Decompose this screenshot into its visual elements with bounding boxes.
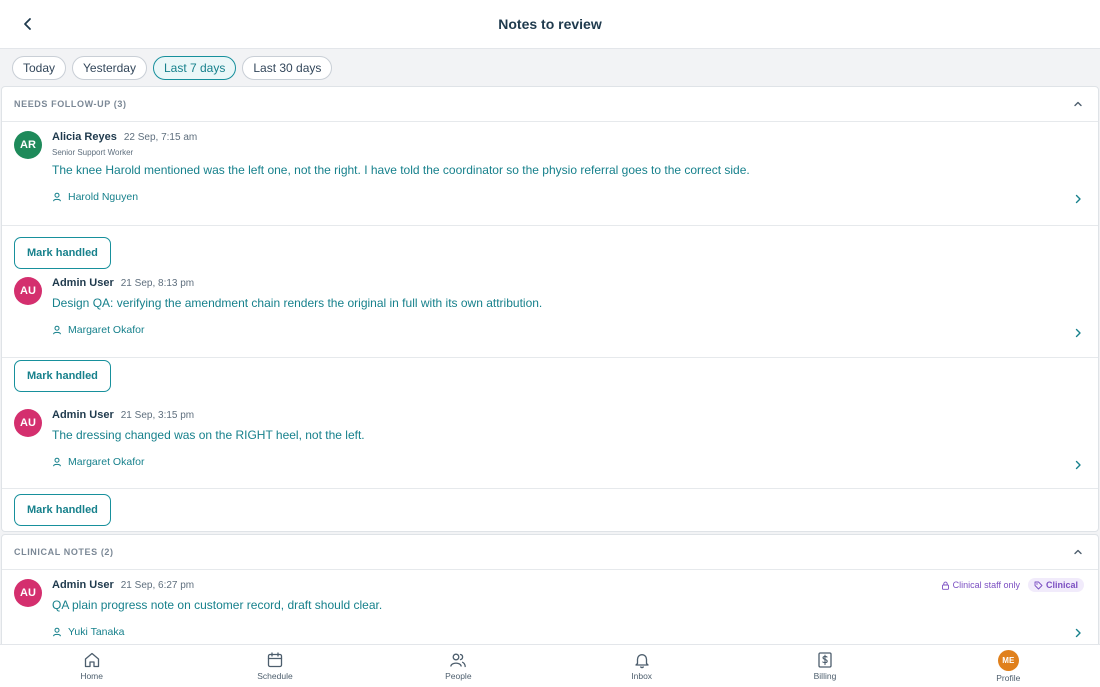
note-author: Admin User bbox=[52, 277, 114, 289]
author-role: Senior Support Worker bbox=[52, 148, 134, 157]
client-link[interactable]: Margaret Okafor bbox=[52, 322, 1084, 338]
chevron-right-icon bbox=[1072, 459, 1084, 471]
note-item[interactable]: AU Admin User 21 Sep, 6:27 pm QA plain p… bbox=[2, 570, 1098, 644]
note-timestamp: 22 Sep, 7:15 am bbox=[123, 132, 198, 143]
tab-inbox[interactable]: Inbox bbox=[550, 645, 733, 687]
collapse-button[interactable] bbox=[1070, 96, 1086, 112]
client-link[interactable]: Margaret Okafor bbox=[52, 454, 1084, 470]
mark-handled-button[interactable]: Mark handled bbox=[14, 237, 111, 269]
client-link[interactable]: Harold Nguyen bbox=[52, 189, 1084, 205]
note-author: Admin User bbox=[52, 579, 114, 591]
person-icon bbox=[53, 457, 61, 467]
note-text: The dressing changed was on the RIGHT he… bbox=[52, 428, 365, 442]
avatar: AU bbox=[14, 409, 42, 437]
tab-home[interactable]: Home bbox=[0, 645, 183, 687]
tab-people[interactable]: People bbox=[367, 645, 550, 687]
mark-handled-button[interactable]: Mark handled bbox=[14, 494, 111, 526]
tab-label: Home bbox=[80, 671, 103, 681]
tab-label: Profile bbox=[996, 672, 1021, 683]
chevron-up-icon bbox=[1074, 101, 1082, 107]
client-name: Yuki Tanaka bbox=[68, 626, 125, 638]
mark-handled-button[interactable]: Mark handled bbox=[14, 359, 111, 392]
tab-label: Schedule bbox=[257, 671, 293, 681]
profile-avatar: ME bbox=[997, 649, 1019, 671]
section-needs-follow-up: NEEDS FOLLOW-UP (3) AR Alicia Reyes 22 S… bbox=[1, 86, 1099, 532]
note-text: Design QA: verifying the amendment chain… bbox=[52, 296, 543, 310]
section-clinical-notes: CLINICAL NOTES (2) AU Admin User 21 Sep,… bbox=[1, 534, 1099, 644]
filter-today[interactable]: Today bbox=[12, 56, 67, 80]
bell-icon bbox=[634, 654, 649, 669]
date-filter-group: Today Yesterday Last 7 days Last 30 days bbox=[12, 56, 333, 80]
top-bar: Notes to review bbox=[0, 0, 1100, 49]
note-item[interactable]: AU Admin User 21 Sep, 3:15 pm The dressi… bbox=[2, 399, 1098, 488]
restricted-badge: Clinical staff only bbox=[941, 580, 1020, 590]
person-icon bbox=[53, 192, 61, 202]
calendar-icon bbox=[267, 652, 283, 668]
section-header[interactable]: CLINICAL NOTES (2) bbox=[2, 535, 1098, 570]
bottom-tab-bar: Home Schedule People Inbox Billing ME Pr… bbox=[0, 644, 1100, 687]
client-name: Harold Nguyen bbox=[68, 191, 139, 203]
avatar: AU bbox=[14, 277, 42, 305]
chevron-right-icon bbox=[1072, 193, 1084, 205]
filter-last-30-days[interactable]: Last 30 days bbox=[242, 56, 333, 80]
collapse-button[interactable] bbox=[1070, 544, 1086, 560]
note-actions: Mark handled bbox=[2, 488, 1098, 531]
people-icon bbox=[450, 653, 467, 668]
tab-billing[interactable]: Billing bbox=[733, 645, 916, 687]
section-title: CLINICAL NOTES (2) bbox=[14, 547, 114, 557]
client-name: Margaret Okafor bbox=[68, 324, 145, 336]
home-icon bbox=[84, 652, 99, 668]
tab-schedule[interactable]: Schedule bbox=[183, 645, 366, 687]
avatar: AR bbox=[14, 131, 42, 159]
chevron-right-icon bbox=[1072, 327, 1084, 339]
restricted-badge-label: Clinical staff only bbox=[952, 580, 1020, 590]
note-author: Alicia Reyes bbox=[52, 131, 117, 143]
note-actions: Mark handled bbox=[2, 225, 1098, 269]
clinical-badge: Clinical bbox=[1027, 578, 1084, 592]
filter-yesterday[interactable]: Yesterday bbox=[72, 56, 147, 80]
section-header[interactable]: NEEDS FOLLOW-UP (3) bbox=[2, 87, 1098, 122]
client-link[interactable]: Yuki Tanaka bbox=[52, 624, 1084, 640]
person-icon bbox=[53, 325, 61, 335]
note-timestamp: 21 Sep, 3:15 pm bbox=[120, 410, 195, 421]
note-text: QA plain progress note on customer recor… bbox=[52, 598, 383, 612]
tab-profile[interactable]: ME Profile bbox=[917, 645, 1100, 687]
note-badges: Clinical staff only Clinical bbox=[941, 578, 1084, 592]
tab-label: Inbox bbox=[631, 671, 653, 681]
person-icon bbox=[53, 627, 61, 637]
tag-icon bbox=[1034, 581, 1043, 589]
filter-last-7-days[interactable]: Last 7 days bbox=[152, 56, 237, 80]
chevron-right-icon bbox=[1072, 627, 1084, 639]
billing-icon bbox=[818, 652, 832, 668]
note-item[interactable]: AU Admin User 21 Sep, 8:13 pm Design QA:… bbox=[2, 267, 1098, 357]
note-timestamp: 21 Sep, 6:27 pm bbox=[120, 580, 195, 591]
note-actions: Mark handled bbox=[2, 357, 1098, 399]
lock-icon bbox=[941, 581, 949, 590]
note-author: Admin User bbox=[52, 409, 114, 421]
tab-label: Billing bbox=[813, 671, 837, 681]
note-text: The knee Harold mentioned was the left o… bbox=[52, 163, 750, 177]
note-item[interactable]: AR Alicia Reyes 22 Sep, 7:15 am Senior S… bbox=[2, 122, 1098, 225]
notes-list[interactable]: NEEDS FOLLOW-UP (3) AR Alicia Reyes 22 S… bbox=[0, 86, 1100, 644]
chevron-up-icon bbox=[1074, 549, 1082, 555]
page-title: Notes to review bbox=[498, 16, 602, 32]
note-timestamp: 21 Sep, 8:13 pm bbox=[120, 278, 195, 289]
tab-label: People bbox=[445, 671, 472, 681]
avatar: AU bbox=[14, 579, 42, 607]
section-title: NEEDS FOLLOW-UP (3) bbox=[14, 99, 127, 109]
client-name: Margaret Okafor bbox=[68, 456, 145, 468]
clinical-badge-label: Clinical bbox=[1045, 580, 1078, 590]
